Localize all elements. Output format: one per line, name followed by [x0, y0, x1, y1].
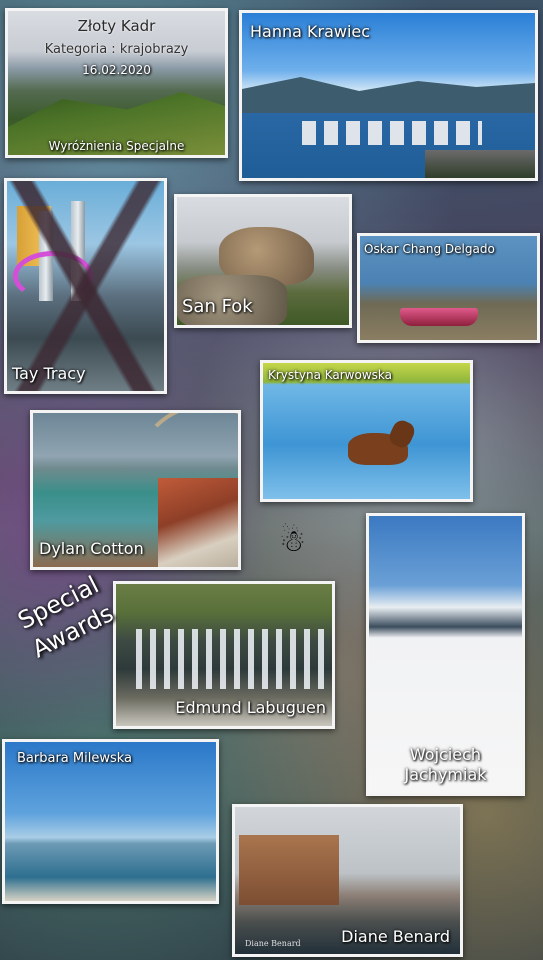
contest-title: Złoty Kadr [77, 17, 156, 35]
photographer-name: Dylan Cotton [39, 539, 144, 558]
photographer-name: Diane Benard [341, 927, 450, 946]
photographer-name: San Fok [182, 296, 253, 317]
photographer-name: Krystyna Karwowska [268, 368, 392, 382]
photographer-name: Tay Tracy [12, 364, 86, 383]
snowman-icon: ☃ [279, 524, 306, 559]
boat-image [400, 308, 478, 326]
contest-category: Kategoria : krajobrazy [44, 42, 189, 57]
photographer-name: Barbara Milewska [17, 751, 133, 766]
fence-overlay [7, 181, 164, 391]
photographer-last-name: Jachymiak [404, 765, 487, 784]
pier-image [425, 150, 535, 178]
card-diane-benard: Diane Benard Diane Benard [232, 804, 463, 957]
contest-subtitle: Wyróżnienia Specjalne [48, 139, 185, 153]
building-image [239, 835, 339, 905]
card-oskar-chang-delgado: Oskar Chang Delgado [357, 233, 540, 343]
card-krystyna-karwowska: Krystyna Karwowska [260, 360, 473, 502]
card-tay-tracy: Tay Tracy [4, 178, 167, 394]
photographer-name: Hanna Krawiec [250, 22, 371, 41]
waterfall-image [136, 629, 326, 689]
card-barbara-milewska: Barbara Milewska [2, 739, 219, 904]
mountain-image [242, 77, 535, 113]
special-awards-label: Special Awards [0, 562, 131, 671]
card-san-fok: San Fok [174, 194, 352, 328]
card-hanna-krawiec: Hanna Krawiec [239, 10, 538, 181]
card-zloty-kadr: Złoty Kadr Kategoria : krajobrazy 16.02.… [5, 8, 228, 158]
cliff-image [158, 478, 238, 567]
card-dylan-cotton: Dylan Cotton [30, 410, 241, 570]
photographer-name: Edmund Labuguen [175, 698, 326, 717]
photographer-name: Oskar Chang Delgado [364, 242, 495, 256]
photographer-first-name: Wojciech [409, 745, 482, 764]
card-wojciech-jachymiak: Wojciech Jachymiak [366, 513, 525, 796]
photographer-name: Wojciech Jachymiak [369, 745, 522, 785]
card-edmund-labuguen: Edmund Labuguen [113, 581, 335, 729]
boats-image [302, 121, 482, 145]
signature-watermark: Diane Benard [245, 939, 301, 948]
contest-date: 16.02.2020 [82, 63, 151, 77]
